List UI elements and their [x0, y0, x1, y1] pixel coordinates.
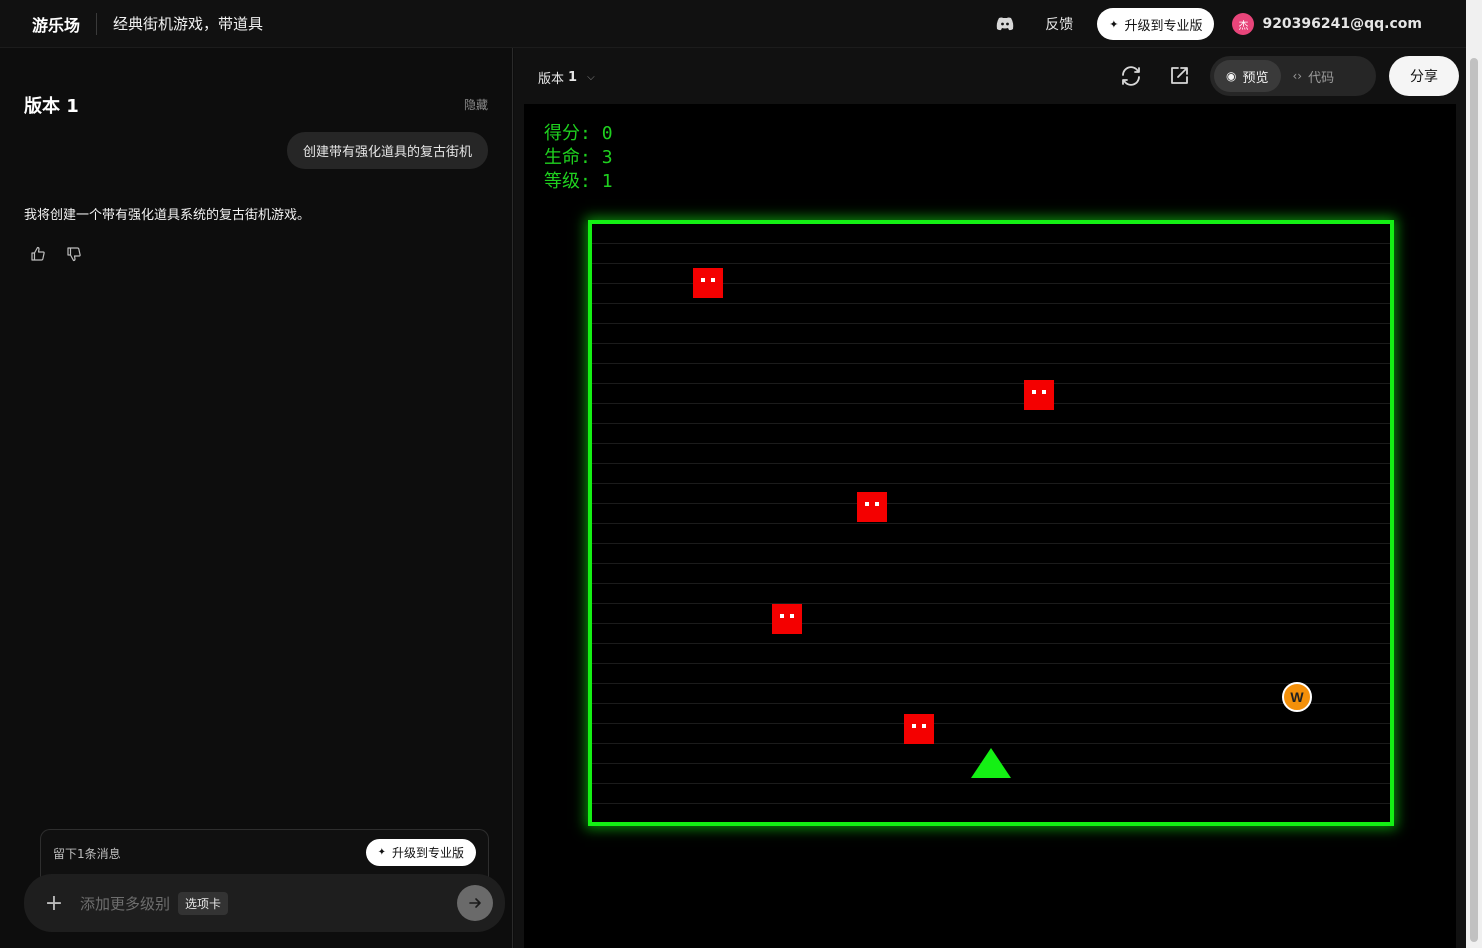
- level-value: 1: [601, 171, 613, 192]
- enemy: [1024, 380, 1054, 410]
- discord-icon[interactable]: [995, 14, 1015, 34]
- version-heading: 版本 1: [24, 96, 79, 117]
- tab-code[interactable]: ‹› 代码: [1281, 60, 1347, 92]
- enemy: [693, 268, 723, 298]
- enemy: [857, 492, 887, 522]
- score-label: 得分:: [544, 123, 591, 144]
- assistant-message: 我将创建一个带有强化道具系统的复古街机游戏。: [24, 208, 311, 223]
- feedback-buttons: [30, 246, 84, 264]
- send-button[interactable]: [457, 885, 493, 921]
- refresh-icon[interactable]: [1119, 64, 1143, 88]
- tab-preview[interactable]: ◉ 预览: [1214, 60, 1281, 92]
- share-button[interactable]: 分享: [1389, 56, 1459, 96]
- page-scrollbar[interactable]: [1466, 0, 1482, 948]
- add-attachment-icon[interactable]: +: [44, 891, 64, 916]
- remaining-messages-bar: 留下1条消息 ✦ 升级到专业版: [40, 829, 489, 877]
- tab-preview-label: 预览: [1242, 70, 1269, 86]
- powerup: W: [1282, 682, 1312, 712]
- user-menu[interactable]: 杰 920396241@qq.com: [1232, 13, 1422, 35]
- version-tab-label: 版本: [538, 72, 565, 87]
- enemy: [904, 714, 934, 744]
- scrollbar-thumb[interactable]: [1470, 58, 1478, 942]
- page-title: 经典街机游戏，带道具: [113, 15, 264, 33]
- game-canvas[interactable]: 得分: 0 生命: 3 等级: 1 W: [524, 104, 1456, 948]
- hide-button[interactable]: 隐藏: [464, 96, 488, 113]
- level-label: 等级:: [544, 171, 591, 192]
- thumbs-down-icon[interactable]: [66, 246, 84, 264]
- arrow-right-icon: [469, 898, 481, 908]
- open-external-icon[interactable]: [1167, 64, 1191, 88]
- user-message: 创建带有强化道具的复古街机: [286, 132, 488, 169]
- tab-chip[interactable]: 选项卡: [178, 891, 229, 915]
- eye-icon: ◉: [1226, 69, 1237, 83]
- thumbs-up-icon[interactable]: [30, 246, 48, 264]
- version-dropdown[interactable]: 版本 1 ⌵: [538, 68, 595, 87]
- sparkle-icon: ✦: [1109, 17, 1119, 31]
- code-icon: ‹›: [1292, 69, 1303, 83]
- message-composer: + 添加更多级别 选项卡: [24, 874, 505, 932]
- enemy: [772, 604, 802, 634]
- lives-label: 生命:: [544, 147, 591, 168]
- player-ship: [971, 748, 1011, 778]
- view-toggle: ◉ 预览 ‹› 代码: [1210, 56, 1376, 96]
- top-bar: 游乐场 经典街机游戏，带道具 反馈 ✦ 升级到专业版 杰 920396241@q…: [0, 0, 1466, 48]
- upgrade-small-button[interactable]: ✦ 升级到专业版: [365, 839, 476, 866]
- upgrade-button[interactable]: ✦ 升级到专业版: [1097, 8, 1215, 40]
- preview-panel: 版本 1 ⌵ ◉ 预览 ‹› 代码 分享 得分: 0 生命: 3 等级: 1 W: [514, 48, 1466, 948]
- brand-logo[interactable]: 游乐场: [32, 12, 80, 36]
- game-arena: W: [588, 220, 1394, 826]
- tab-code-label: 代码: [1308, 70, 1335, 86]
- chevron-down-icon: ⌵: [587, 72, 595, 83]
- avatar: 杰: [1232, 13, 1255, 35]
- header-divider: [96, 12, 98, 35]
- level-readout: 等级: 1: [544, 170, 613, 194]
- header-actions: 反馈 ✦ 升级到专业版 杰 920396241@qq.com: [995, 0, 1466, 48]
- upgrade-label: 升级到专业版: [1124, 18, 1203, 34]
- sparkle-icon: ✦: [377, 847, 386, 858]
- score-readout: 得分: 0: [544, 122, 613, 146]
- message-input[interactable]: 添加更多级别: [80, 893, 170, 914]
- score-value: 0: [601, 123, 613, 144]
- upgrade-small-label: 升级到专业版: [391, 846, 464, 860]
- remaining-messages-text: 留下1条消息: [53, 847, 121, 861]
- game-hud: 得分: 0 生命: 3 等级: 1: [544, 122, 613, 194]
- lives-value: 3: [601, 147, 613, 168]
- chat-panel: 版本 1 隐藏 创建带有强化道具的复古街机 我将创建一个带有强化道具系统的复古街…: [0, 48, 513, 948]
- feedback-link[interactable]: 反馈: [1045, 14, 1073, 34]
- user-email: 920396241@qq.com: [1262, 16, 1422, 32]
- version-tab-number: 1: [568, 70, 578, 85]
- lives-readout: 生命: 3: [544, 146, 613, 170]
